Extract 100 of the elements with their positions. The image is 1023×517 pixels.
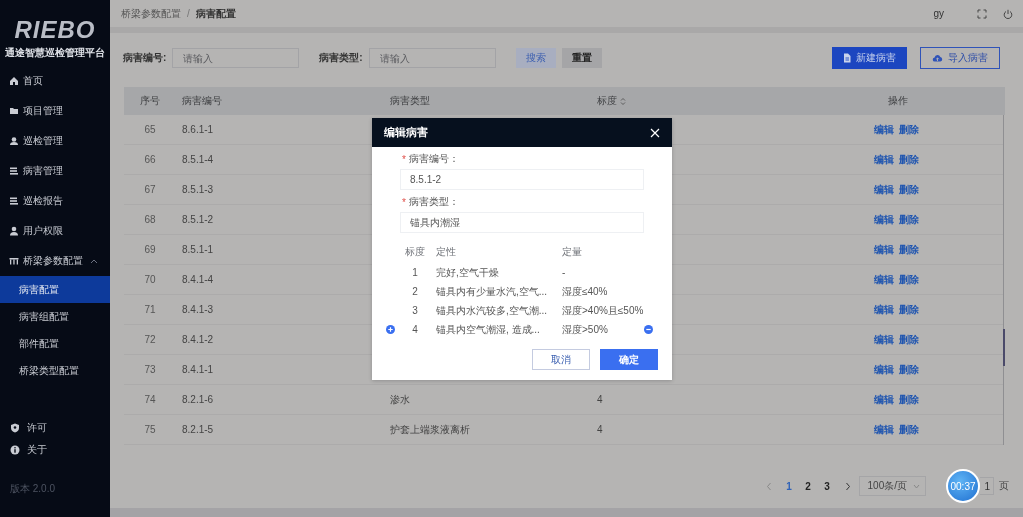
sidebar-item[interactable]: 部件配置: [0, 330, 110, 357]
import-button[interactable]: 导入病害: [920, 47, 1000, 69]
shield-icon: [10, 423, 20, 433]
table-cell-text: 锚具内水汽较多,空气潮...: [435, 303, 549, 318]
page-number[interactable]: 1: [779, 480, 799, 492]
field-label: 病害编号：: [408, 152, 459, 166]
sidebar-item[interactable]: 桥梁类型配置: [0, 357, 110, 384]
table-cell-text: 8.2.1-6: [181, 394, 215, 405]
table-cell-text: 8.4.1-3: [181, 304, 215, 315]
fullscreen-icon[interactable]: [977, 8, 987, 19]
sidebar-group[interactable]: 桥梁参数配置: [0, 246, 110, 276]
action-link[interactable]: 编辑: [874, 242, 894, 257]
table-cell-text: 完好,空气干燥: [435, 265, 500, 280]
column-header: 病害编号: [181, 94, 223, 108]
sidebar-item[interactable]: 病害配置: [0, 276, 110, 303]
table-cell-text: 68: [143, 214, 157, 225]
action-link[interactable]: 编辑: [874, 152, 894, 167]
caret-icon: [913, 483, 920, 489]
close-icon[interactable]: [650, 127, 660, 138]
action-link[interactable]: 编辑: [874, 392, 894, 407]
table-cell-text: 4: [596, 424, 604, 435]
sidebar-item[interactable]: 许可: [0, 417, 110, 439]
field-label: 病害类型：: [408, 195, 459, 209]
column-header: 标度: [404, 245, 426, 259]
table-cell-text: 8.6.1-1: [181, 124, 215, 135]
table-cell-text: 8.4.1-2: [181, 334, 215, 345]
action-link[interactable]: 删除: [899, 272, 919, 287]
document-icon: [843, 53, 851, 63]
column-header: 病害类型: [389, 94, 431, 108]
action-link[interactable]: 编辑: [874, 212, 894, 227]
page-size-select[interactable]: 100条/页: [858, 476, 926, 496]
action-link[interactable]: 编辑: [874, 122, 894, 137]
cancel-button[interactable]: 取消: [532, 349, 590, 370]
sidebar-item[interactable]: 关于: [0, 439, 110, 461]
sidebar-item[interactable]: 首页: [0, 66, 110, 96]
platform-title: 通途智慧巡检管理平台: [5, 46, 105, 60]
sidebar-item[interactable]: 用户权限: [0, 216, 110, 246]
table-cell-text: -: [561, 267, 567, 278]
action-link[interactable]: 编辑: [874, 302, 894, 317]
user-name[interactable]: gy: [933, 8, 944, 19]
column-header: 标度: [597, 94, 617, 108]
info-icon: [10, 445, 20, 455]
page-number[interactable]: 3: [817, 480, 837, 492]
filter-field[interactable]: 请输入: [368, 48, 496, 68]
action-link[interactable]: 编辑: [874, 362, 894, 377]
table-cell-text: 4: [596, 394, 604, 405]
action-link[interactable]: 删除: [899, 332, 919, 347]
action-link[interactable]: 删除: [899, 152, 919, 167]
page-jump-field[interactable]: 1: [980, 477, 994, 495]
sidebar-item[interactable]: 病害管理: [0, 156, 110, 186]
action-link[interactable]: 删除: [899, 122, 919, 137]
sidebar-item[interactable]: 病害组配置: [0, 303, 110, 330]
action-link[interactable]: 删除: [899, 212, 919, 227]
action-link[interactable]: 删除: [899, 182, 919, 197]
action-link[interactable]: 删除: [899, 392, 919, 407]
table-cell-text: 8.5.1-3: [181, 184, 215, 195]
filter-field[interactable]: 请输入: [172, 48, 300, 68]
action-link[interactable]: 编辑: [874, 272, 894, 287]
table-cell-text: 湿度>50%: [561, 322, 609, 337]
breadcrumb-link[interactable]: 桥梁参数配置: [121, 6, 181, 21]
action-link[interactable]: 删除: [899, 302, 919, 317]
reset-button[interactable]: 重置: [561, 48, 602, 68]
person-icon: [9, 136, 19, 146]
page-suffix: 页: [999, 479, 1009, 493]
power-icon[interactable]: [1003, 8, 1013, 19]
required-mark: *: [402, 153, 406, 165]
caret-icon: [90, 258, 98, 264]
confirm-button[interactable]: 确定: [600, 349, 658, 370]
column-header: 定性: [435, 245, 457, 259]
sidebar-item[interactable]: 巡检管理: [0, 126, 110, 156]
next-icon[interactable]: [844, 481, 851, 491]
action-link[interactable]: 删除: [899, 362, 919, 377]
column-header: 序号: [139, 94, 161, 108]
action-link[interactable]: 删除: [899, 422, 919, 437]
action-link[interactable]: 删除: [899, 242, 919, 257]
table-cell-text: 护套上端浆液离析: [389, 422, 471, 437]
table-cell-text: 锚具内空气潮湿, 造成...: [435, 322, 541, 337]
action-link[interactable]: 编辑: [874, 332, 894, 347]
table-cell-text: 3: [411, 305, 419, 316]
page-number[interactable]: 2: [798, 480, 818, 492]
search-button[interactable]: 搜索: [515, 48, 556, 68]
table-cell-text: 8.5.1-1: [181, 244, 215, 255]
sidebar-item[interactable]: 巡检报告: [0, 186, 110, 216]
sidebar-item[interactable]: 项目管理: [0, 96, 110, 126]
table-cell-text: 69: [143, 244, 157, 255]
table-cell-text: 70: [143, 274, 157, 285]
action-link[interactable]: 编辑: [874, 182, 894, 197]
column-header: 操作: [886, 94, 909, 108]
table-cell-text: 湿度>40%且≤50%: [561, 303, 644, 318]
dialog-title: 编辑病害: [384, 125, 428, 140]
version-label: 版本 2.0.0: [9, 482, 57, 496]
new-button[interactable]: 新建病害: [832, 47, 907, 69]
input-field[interactable]: 锚具内潮湿: [400, 212, 644, 233]
filter-label: 病害类型:: [319, 51, 363, 65]
input-field[interactable]: 8.5.1-2: [400, 169, 644, 190]
action-link[interactable]: 编辑: [874, 422, 894, 437]
add-icon: [386, 325, 395, 334]
column-header: 定量: [561, 245, 583, 259]
table-cell-text: 1: [411, 267, 419, 278]
table-cell-text: 71: [143, 304, 157, 315]
